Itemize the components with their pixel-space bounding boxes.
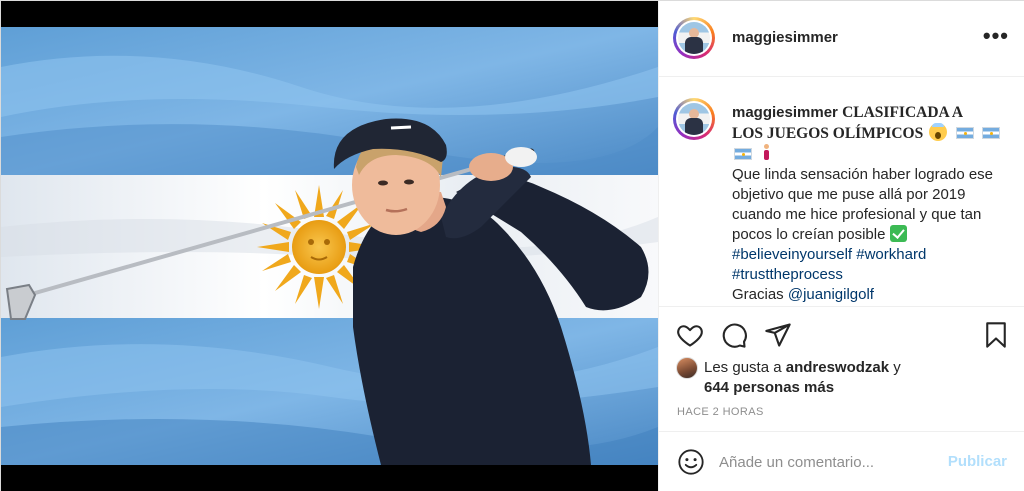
argentina-flag-emoji-icon [955, 127, 974, 139]
post-timestamp[interactable]: HACE 2 HORAS [677, 406, 764, 418]
caption-title-line2: LOS JUEGOS OLÍMPICOS [732, 125, 924, 142]
paper-plane-icon[interactable] [764, 321, 792, 349]
hashtag-link[interactable]: #trusttheprocess [732, 266, 843, 283]
likes-suffix: y [893, 359, 901, 376]
likes-prefix: Les gusta a [704, 359, 782, 376]
golfer-emoji-icon [760, 144, 774, 162]
caption-text: maggiesimmer CLASIFICADA A LOS JUEGOS OL… [732, 103, 1014, 305]
mention-link[interactable]: @juanigilgolf [788, 286, 874, 303]
instagram-post: maggiesimmer ••• maggiesimmer CLASIFICAD… [0, 0, 1024, 491]
ellipsis-icon[interactable]: ••• [983, 25, 1009, 47]
thanks-text: Gracias [732, 286, 784, 303]
post-side-panel: maggiesimmer ••• maggiesimmer CLASIFICAD… [658, 1, 1024, 491]
author-avatar[interactable] [673, 17, 715, 59]
argentina-flag-golfer-photo [1, 27, 658, 465]
caption-username[interactable]: maggiesimmer [732, 104, 838, 121]
argentina-flag-emoji-icon [981, 127, 1000, 139]
caption-section: maggiesimmer CLASIFICADA A LOS JUEGOS OL… [659, 78, 1024, 307]
action-bar [659, 307, 1024, 357]
heart-icon[interactable] [676, 321, 704, 349]
liker-avatar[interactable] [676, 357, 698, 379]
bookmark-icon[interactable] [982, 321, 1010, 349]
post-image[interactable] [1, 1, 658, 491]
post-header: maggiesimmer ••• [659, 1, 1024, 77]
comment-form: Publicar [659, 431, 1024, 491]
likes-line: Les gusta a andreswodzak y [704, 359, 901, 376]
comment-icon[interactable] [720, 321, 748, 349]
smiley-icon[interactable] [677, 448, 705, 476]
caption-title-line1: CLASIFICADA A [842, 104, 964, 121]
check-mark-emoji-icon [889, 225, 907, 242]
caption-author-avatar[interactable] [673, 98, 715, 140]
publish-comment-button[interactable]: Publicar [948, 453, 1007, 470]
screaming-face-emoji-icon [929, 123, 948, 141]
liker-username[interactable]: andreswodzak [786, 359, 889, 376]
hashtag-link[interactable]: #workhard [856, 246, 926, 263]
likes-count[interactable]: 644 personas más [704, 379, 834, 396]
author-username[interactable]: maggiesimmer [732, 29, 838, 46]
hashtag-link[interactable]: #believeinyourself [732, 246, 852, 263]
argentina-flag-emoji-icon [734, 148, 752, 160]
caption-body: Que linda sensación haber logrado ese ob… [732, 166, 994, 243]
likes-summary: Les gusta a andreswodzak y 644 personas … [659, 355, 1024, 399]
comment-input[interactable] [719, 450, 939, 474]
